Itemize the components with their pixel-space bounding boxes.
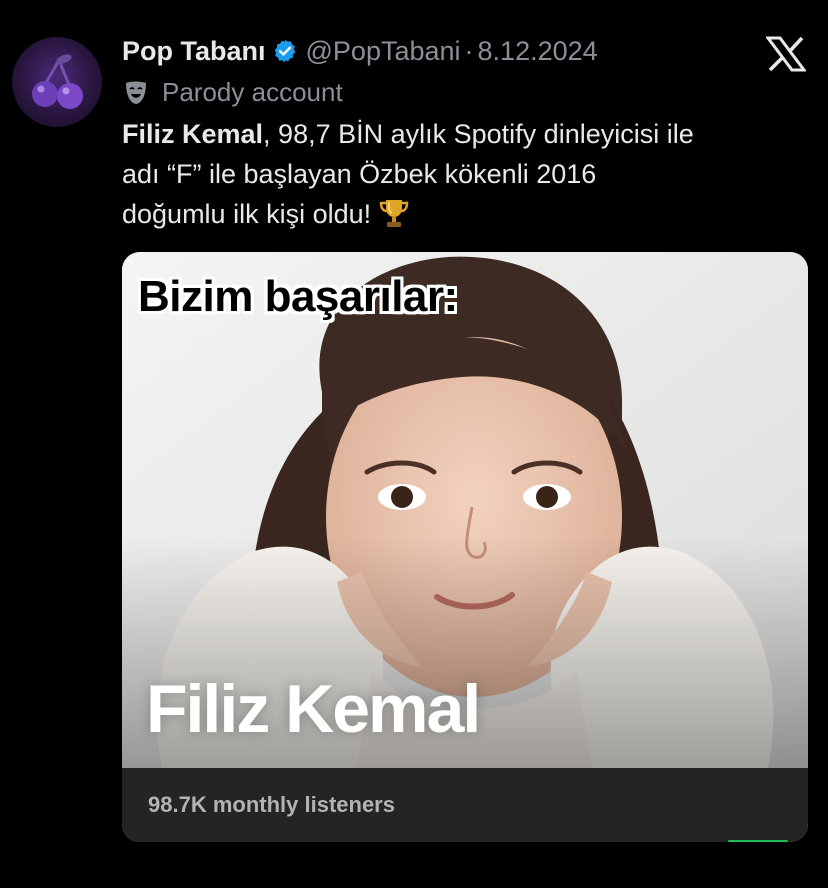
tweet-header: Pop Tabanı @PopTabani · 8.12.2024 bbox=[122, 34, 598, 68]
cherries-icon bbox=[32, 54, 83, 109]
profile-avatar[interactable] bbox=[12, 37, 102, 127]
parody-label: Parody account bbox=[122, 77, 343, 108]
header-separator: · bbox=[464, 36, 474, 66]
monthly-listeners: 98.7K monthly listeners bbox=[148, 792, 395, 817]
tweet-text-line-1: Filiz Kemal, 98,7 BİN aylık Spotify dinl… bbox=[122, 114, 812, 154]
user-handle[interactable]: @PopTabani bbox=[306, 34, 461, 68]
tweet-date[interactable]: 8.12.2024 bbox=[478, 34, 598, 68]
accent-line bbox=[728, 840, 788, 842]
tweet-text-line-1-rest: , 98,7 BİN aylık Spotify dinleyicisi ile bbox=[263, 119, 694, 149]
artist-name: Filiz Kemal bbox=[146, 671, 481, 747]
tweet: Pop Tabanı @PopTabani · 8.12.2024 Parody… bbox=[0, 0, 828, 888]
tweet-text-bold: Filiz Kemal bbox=[122, 119, 264, 149]
parody-label-text: Parody account bbox=[162, 77, 343, 107]
trophy-icon bbox=[379, 200, 409, 227]
tweet-text-line-3: doğumlu ilk kişi oldu! bbox=[122, 194, 812, 234]
listeners-bar: 98.7K monthly listeners bbox=[122, 768, 808, 842]
display-name[interactable]: Pop Tabanı bbox=[122, 34, 266, 68]
theater-mask-icon bbox=[126, 81, 146, 104]
x-logo-icon bbox=[766, 36, 806, 72]
tweet-text-line-2: adı “F” ile başlayan Özbek kökenli 2016 bbox=[122, 159, 597, 189]
verified-badge-icon bbox=[274, 39, 295, 63]
media-image[interactable]: Bizim başarılar: Filiz Kemal 98.7K month… bbox=[122, 252, 808, 842]
tweet-text-line-3-words: doğumlu ilk kişi oldu! bbox=[122, 199, 372, 229]
tweet-text: Filiz Kemal, 98,7 BİN aylık Spotify dinl… bbox=[122, 114, 812, 234]
meme-caption: Bizim başarılar: bbox=[138, 272, 458, 321]
